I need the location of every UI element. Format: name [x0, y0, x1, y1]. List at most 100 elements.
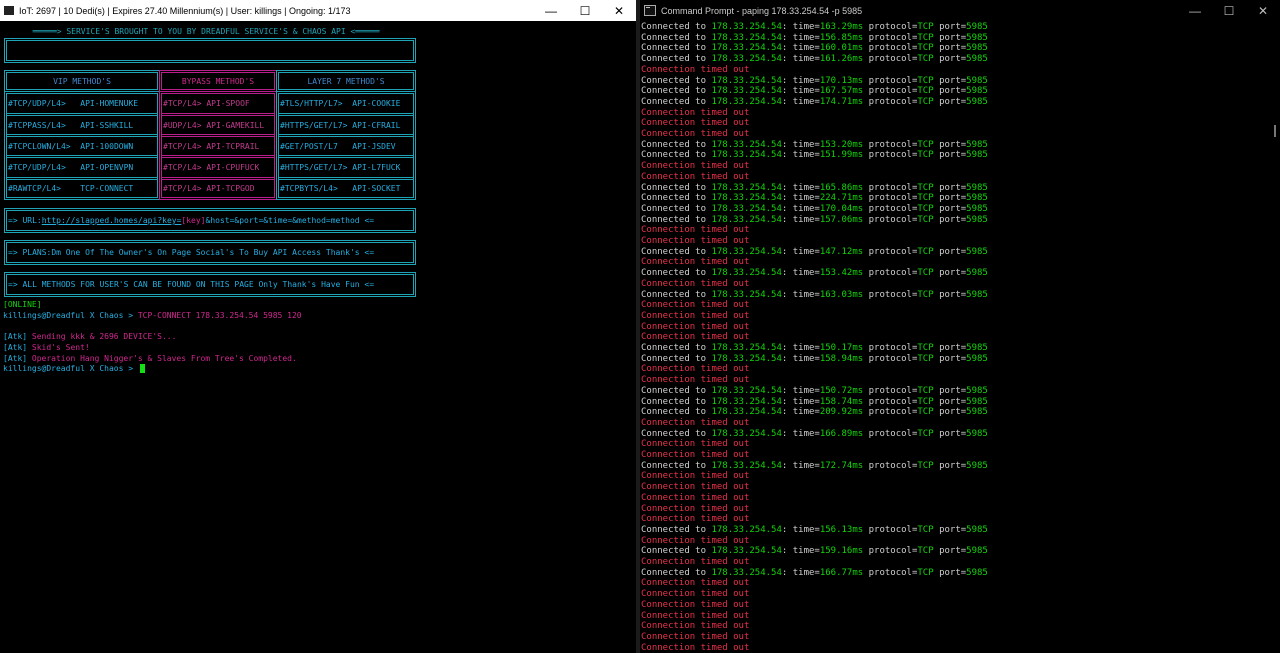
- connected-line: Connected to 178.33.254.54: time=153.20m…: [641, 139, 988, 150]
- connected-line: Connected to 178.33.254.54: time=158.94m…: [641, 353, 988, 364]
- maximize-button[interactable]: ☐: [1212, 0, 1246, 21]
- timeout-line: Connection timed out: [641, 278, 750, 289]
- connected-line: Connected to 178.33.254.54: time=156.85m…: [641, 32, 988, 43]
- window-title: Command Prompt - paping 178.33.254.54 -p…: [661, 5, 863, 16]
- vip-method: #TCP/UDP/L4> API-OPENVPN: [8, 162, 134, 172]
- timeout-line: Connection timed out: [641, 439, 750, 450]
- bypass-method: #TCP/L4> API-TCPGOD: [163, 183, 255, 193]
- timeout-line: Connection timed out: [641, 514, 750, 525]
- timeout-line: Connection timed out: [641, 236, 750, 246]
- connected-line: Connected to 178.33.254.54: time=163.03m…: [641, 289, 988, 300]
- timeout-line: Connection timed out: [641, 599, 750, 610]
- bypass-method: #TCP/L4> API-TCPRAIL: [163, 141, 260, 151]
- url-line: => URL: http://slapped.homes/api?key= [key…: [8, 216, 375, 225]
- vip-header: VIP METHOD'S: [53, 76, 111, 86]
- minimize-button[interactable]: —: [534, 0, 568, 21]
- connected-line: Connected to 178.33.254.54: time=150.17m…: [641, 343, 988, 353]
- connected-line: Connected to 178.33.254.54: time=151.99m…: [641, 150, 988, 161]
- left-terminal-body[interactable]: ═════> SERVICE'S BROUGHT TO YOU BY DREAD…: [0, 21, 636, 653]
- plans-text: => PLANS:Dm One Of The Owner's On Page S…: [8, 248, 375, 257]
- timeout-line: Connection timed out: [641, 364, 750, 375]
- timeout-line: Connection timed out: [641, 631, 750, 642]
- timeout-line: Connection timed out: [641, 471, 750, 482]
- timeout-line: Connection timed out: [641, 450, 750, 460]
- vip-method: #RAWTCP/L4> TCP-CONNECT: [8, 183, 134, 193]
- timeout-line: Connection timed out: [641, 64, 750, 75]
- connected-line: Connected to 178.33.254.54: time=165.86m…: [641, 182, 988, 193]
- layer7-header: LAYER 7 METHOD'S: [307, 76, 385, 86]
- close-button[interactable]: ✕: [602, 0, 636, 21]
- all-methods-text: => ALL METHODS FOR USER'S CAN BE FOUND O…: [8, 280, 375, 289]
- connected-line: Connected to 178.33.254.54: time=157.06m…: [641, 214, 988, 225]
- bypass-method: #TCP/L4> API-SPOOF: [163, 98, 250, 108]
- connected-line: Connected to 178.33.254.54: time=172.74m…: [641, 460, 988, 471]
- timeout-line: Connection timed out: [641, 610, 750, 621]
- cmd-icon: [644, 5, 656, 16]
- timeout-line: Connection timed out: [641, 417, 750, 428]
- timeout-line: Connection timed out: [641, 300, 750, 311]
- online-status: [ONLINE]: [3, 300, 42, 309]
- timeout-line: Connection timed out: [641, 535, 750, 546]
- vip-method: #TCPPASS/L4> API-SSHKILL: [8, 120, 134, 130]
- cmd-output[interactable]: Connected to 178.33.254.54: time=163.29m…: [640, 21, 1280, 653]
- bypass-header: BYPASS METHOD'S: [181, 76, 255, 86]
- timeout-line: Connection timed out: [641, 578, 750, 589]
- timeout-line: Connection timed out: [641, 161, 750, 172]
- connected-line: Connected to 178.33.254.54: time=170.13m…: [641, 75, 988, 86]
- connected-line: Connected to 178.33.254.54: time=166.77m…: [641, 567, 988, 578]
- scrollbar[interactable]: [1274, 125, 1276, 137]
- connected-line: Connected to 178.33.254.54: time=161.26m…: [641, 54, 988, 65]
- timeout-line: Connection timed out: [641, 492, 750, 503]
- layer7-method: #HTTPS/GET/L7> API-L7FUCK: [280, 162, 401, 172]
- prompt-line[interactable]: killings@Dreadful X Chaos >: [3, 364, 145, 374]
- timeout-line: Connection timed out: [641, 107, 750, 118]
- timeout-line: Connection timed out: [641, 557, 750, 567]
- timeout-line: Connection timed out: [641, 310, 750, 321]
- timeout-line: Connection timed out: [641, 621, 750, 632]
- connected-line: Connected to 178.33.254.54: time=147.12m…: [641, 246, 988, 257]
- command-line: killings@Dreadful X Chaos > TCP-CONNECT …: [3, 311, 302, 320]
- timeout-line: Connection timed out: [641, 171, 750, 182]
- connected-line: Connected to 178.33.254.54: time=174.71m…: [641, 96, 988, 107]
- timeout-line: Connection timed out: [641, 642, 750, 653]
- right-cmd-window: Command Prompt - paping 178.33.254.54 -p…: [640, 0, 1280, 653]
- close-button[interactable]: ✕: [1246, 0, 1280, 21]
- timeout-line: Connection timed out: [641, 257, 750, 268]
- timeout-line: Connection timed out: [641, 589, 750, 600]
- connected-line: Connected to 178.33.254.54: time=167.57m…: [641, 86, 988, 97]
- vip-method: #TCPCLOWN/L4> API-100DOWN: [8, 141, 134, 151]
- bypass-method: #TCP/L4> API-CPUFUCK: [163, 162, 260, 172]
- connected-line: Connected to 178.33.254.54: time=224.71m…: [641, 193, 988, 204]
- timeout-line: Connection timed out: [641, 321, 750, 332]
- minimize-button[interactable]: —: [1178, 0, 1212, 21]
- connected-line: Connected to 178.33.254.54: time=166.89m…: [641, 428, 988, 439]
- left-titlebar[interactable]: IoT: 2697 | 10 Dedi(s) | Expires 27.40 M…: [0, 0, 636, 21]
- timeout-line: Connection timed out: [641, 225, 750, 236]
- atk-line: [Atk] Sending kkk & 2696 DEVICE'S...: [3, 332, 177, 341]
- timeout-line: Connection timed out: [641, 375, 750, 386]
- connected-line: Connected to 178.33.254.54: time=170.04m…: [641, 203, 988, 214]
- connected-line: Connected to 178.33.254.54: time=156.13m…: [641, 524, 988, 535]
- timeout-line: Connection timed out: [641, 129, 750, 139]
- timeout-line: Connection timed out: [641, 503, 750, 514]
- layer7-method: #TCPBYTS/L4> API-SOCKET: [280, 183, 401, 193]
- vip-method: #TCP/UDP/L4> API-HOMENUKE: [8, 98, 139, 108]
- layer7-method: #HTTPS/GET/L7> API-CFRAIL: [280, 120, 401, 130]
- connected-line: Connected to 178.33.254.54: time=209.92m…: [641, 407, 988, 418]
- connected-line: Connected to 178.33.254.54: time=163.29m…: [641, 22, 988, 32]
- timeout-line: Connection timed out: [641, 332, 750, 343]
- bypass-method: #UDP/L4> API-GAMEKILL: [163, 120, 265, 130]
- window-title: IoT: 2697 | 10 Dedi(s) | Expires 27.40 M…: [19, 5, 351, 16]
- api-url-link[interactable]: http://slapped.homes/api?key=: [42, 216, 182, 225]
- timeout-line: Connection timed out: [641, 482, 750, 493]
- layer7-method: #GET/POST/L7 API-JSDEV: [280, 141, 396, 151]
- maximize-button[interactable]: ☐: [568, 0, 602, 21]
- app-icon: [4, 6, 14, 15]
- connected-line: Connected to 178.33.254.54: time=153.42m…: [641, 268, 988, 279]
- left-terminal-window: IoT: 2697 | 10 Dedi(s) | Expires 27.40 M…: [0, 0, 636, 653]
- connected-line: Connected to 178.33.254.54: time=160.01m…: [641, 43, 988, 54]
- timeout-line: Connection timed out: [641, 118, 750, 129]
- atk-line: [Atk] Operation Hang Nigger's & Slaves F…: [3, 354, 297, 363]
- right-titlebar[interactable]: Command Prompt - paping 178.33.254.54 -p…: [640, 0, 1280, 21]
- banner-box: [4, 38, 416, 63]
